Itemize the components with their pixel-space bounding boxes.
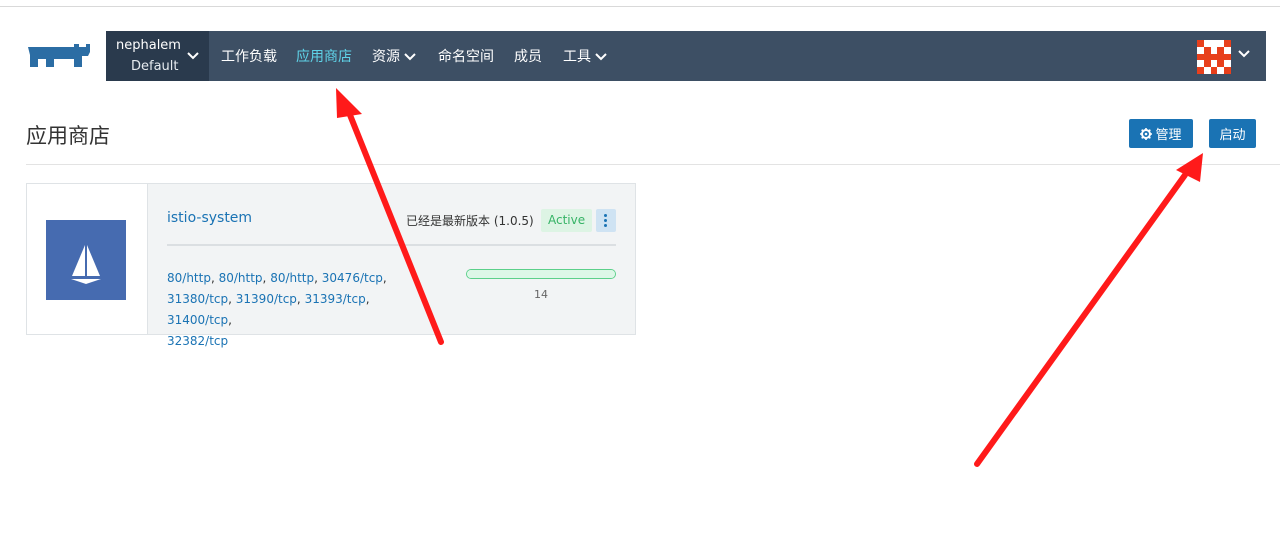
manage-button[interactable]: 管理 xyxy=(1129,119,1193,148)
app-card: istio-system 已经是最新版本 (1.0.5) Active 80/h… xyxy=(26,183,636,348)
nav-label: 命名空间 xyxy=(438,49,494,65)
nav-namespaces[interactable]: 命名空间 xyxy=(438,46,494,66)
gear-icon xyxy=(1140,127,1153,140)
top-navbar: nephalem Default 工作负载 应用商店 资源 命名空间 成员 工具 xyxy=(106,31,1266,81)
page-title: 应用商店 xyxy=(26,124,110,148)
app-version-status: 已经是最新版本 (1.0.5) xyxy=(406,214,534,228)
nav-resources[interactable]: 资源 xyxy=(372,46,416,66)
window-top-border xyxy=(0,6,1280,7)
endpoint-link[interactable]: 80/http xyxy=(167,271,211,285)
nav-label: 工作负载 xyxy=(221,49,277,65)
nav-label: 应用商店 xyxy=(296,49,352,65)
nav-label: 资源 xyxy=(372,49,400,65)
app-card-body: istio-system 已经是最新版本 (1.0.5) Active 80/h… xyxy=(147,184,635,348)
endpoint-link[interactable]: 80/http xyxy=(219,271,263,285)
pod-progress-fill xyxy=(467,270,615,278)
chevron-down-icon xyxy=(595,53,607,61)
chevron-down-icon xyxy=(187,52,199,60)
card-divider xyxy=(167,244,616,246)
user-avatar-icon[interactable] xyxy=(1197,40,1231,74)
manage-button-label: 管理 xyxy=(1155,128,1182,143)
nav-label: 工具 xyxy=(563,49,591,65)
endpoint-link[interactable]: 31380/tcp xyxy=(167,292,228,306)
endpoint-list: 80/http, 80/http, 80/http, 30476/tcp, 31… xyxy=(167,271,387,348)
project-name: Default xyxy=(131,59,179,74)
app-icon-tile[interactable] xyxy=(46,220,126,300)
app-icon-container xyxy=(27,184,147,334)
nav-members[interactable]: 成员 xyxy=(514,46,542,66)
app-name-link[interactable]: istio-system xyxy=(167,210,252,226)
chevron-down-icon[interactable] xyxy=(1237,48,1251,60)
endpoint-link[interactable]: 31390/tcp xyxy=(236,292,297,306)
endpoint-link[interactable]: 31400/tcp xyxy=(167,313,228,327)
pod-progress-bar xyxy=(466,269,616,279)
launch-button[interactable]: 启动 xyxy=(1209,119,1256,148)
nav-workloads[interactable]: 工作负载 xyxy=(221,46,277,66)
endpoint-link[interactable]: 30476/tcp xyxy=(322,271,383,285)
chevron-down-icon xyxy=(404,53,416,61)
kebab-icon[interactable] xyxy=(596,209,616,232)
annotation-arrow-launch xyxy=(974,153,1203,467)
cluster-name: nephalem xyxy=(116,38,181,53)
rancher-logo-icon[interactable] xyxy=(24,40,96,74)
nav-app-store[interactable]: 应用商店 xyxy=(296,46,352,66)
status-badge: Active xyxy=(541,209,593,232)
launch-button-label: 启动 xyxy=(1219,128,1246,143)
endpoint-link[interactable]: 80/http xyxy=(270,271,314,285)
endpoint-link[interactable]: 31393/tcp xyxy=(305,292,366,306)
nav-label: 成员 xyxy=(514,49,542,65)
nav-tools[interactable]: 工具 xyxy=(563,46,607,66)
header-divider xyxy=(26,164,1280,165)
pod-count: 14 xyxy=(534,288,548,301)
cluster-project-switcher[interactable]: nephalem Default xyxy=(106,31,209,81)
endpoint-link[interactable]: 32382/tcp xyxy=(167,334,228,348)
istio-sail-icon xyxy=(71,245,101,284)
